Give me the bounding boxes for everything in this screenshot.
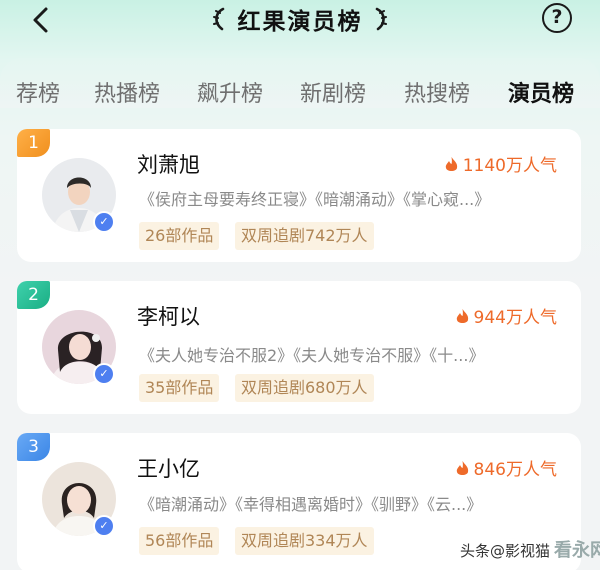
page-title: 红果演员榜 (237, 9, 363, 35)
help-button[interactable]: ? (542, 3, 572, 33)
followers-tag: 双周追剧334万人 (235, 527, 374, 555)
watermark: 头条@影视猫 看永网 (460, 536, 600, 562)
flame-icon (445, 157, 457, 171)
tab-recommend[interactable]: 荐榜 (16, 76, 60, 108)
actor-name: 刘萧旭 (137, 153, 200, 177)
tab-hot-search[interactable]: 热搜榜 (404, 76, 470, 108)
page-title-wrap: 红果演员榜 (0, 2, 600, 38)
popularity-value: 944万人气 (473, 308, 557, 328)
followers-tag: 双周追剧680万人 (235, 374, 374, 402)
actor-card[interactable]: 2 ✓ 李柯以 944万人气 《夫人她专治不服2》《夫人她专治不服》《十...》… (17, 281, 581, 414)
rank-badge: 3 (17, 433, 50, 461)
popularity-value: 846万人气 (473, 460, 557, 480)
rank-badge: 1 (17, 129, 50, 157)
actor-card[interactable]: 1 ✓ 刘萧旭 1140万人气 《侯府主母要寿终正寝》《暗潮涌动》《掌心窥...… (17, 129, 581, 262)
works-count-tag: 35部作品 (139, 374, 220, 402)
actor-name: 李柯以 (137, 305, 200, 329)
ranking-tabs: 荐榜 热播榜 飙升榜 新剧榜 热搜榜 演员榜 (0, 58, 600, 108)
verified-icon: ✓ (93, 515, 115, 537)
popularity: 846万人气 (456, 455, 557, 480)
actor-name: 王小亿 (137, 457, 200, 481)
top-bar: 红果演员榜 ? (0, 0, 600, 42)
followers-tag: 双周追剧742万人 (235, 222, 374, 250)
tab-actor[interactable]: 演员榜 (508, 76, 574, 108)
tab-rising[interactable]: 飙升榜 (197, 76, 263, 108)
tab-new-drama[interactable]: 新剧榜 (300, 76, 366, 108)
rank-badge: 2 (17, 281, 50, 309)
popularity: 944万人气 (456, 303, 557, 328)
works-count-tag: 56部作品 (139, 527, 220, 555)
flame-icon (456, 309, 468, 323)
laurel-left-icon (213, 7, 225, 31)
watermark-logo: 看永网 (554, 540, 600, 561)
tab-hot-playing[interactable]: 热播榜 (94, 76, 160, 108)
works-list: 《暗潮涌动》《幸得相遇离婚时》《驯野》《云...》 (139, 495, 483, 514)
popularity: 1140万人气 (445, 151, 557, 176)
watermark-text: 头条@影视猫 (460, 542, 551, 560)
flame-icon (456, 461, 468, 475)
works-list: 《侯府主母要寿终正寝》《暗潮涌动》《掌心窥...》 (139, 190, 491, 209)
works-list: 《夫人她专治不服2》《夫人她专治不服》《十...》 (139, 346, 485, 365)
verified-icon: ✓ (93, 363, 115, 385)
verified-icon: ✓ (93, 211, 115, 233)
works-count-tag: 26部作品 (139, 222, 220, 250)
laurel-right-icon (375, 7, 387, 31)
popularity-value: 1140万人气 (462, 156, 557, 176)
